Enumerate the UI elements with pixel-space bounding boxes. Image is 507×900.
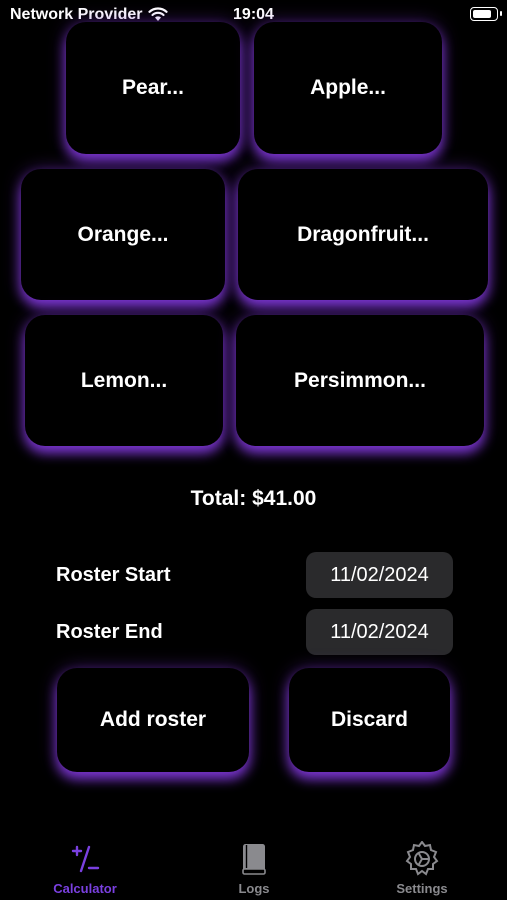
tab-bar: Calculator Logs Settings bbox=[0, 835, 507, 900]
fruit-label: Persimmon... bbox=[294, 368, 426, 392]
fruit-button-orange[interactable]: Orange... bbox=[21, 169, 225, 300]
fruit-button-dragonfruit[interactable]: Dragonfruit... bbox=[238, 169, 488, 300]
fruit-button-lemon[interactable]: Lemon... bbox=[25, 315, 223, 446]
total-amount: Total: $41.00 bbox=[190, 487, 317, 510]
fruit-label: Apple... bbox=[310, 76, 386, 99]
add-roster-label: Add roster bbox=[99, 708, 207, 731]
book-icon bbox=[242, 844, 266, 875]
tab-label: Settings bbox=[396, 881, 448, 896]
roster-start-date-picker[interactable]: 11/02/2024 bbox=[306, 552, 453, 598]
fruit-button-apple[interactable]: Apple... bbox=[254, 22, 442, 154]
discard-button[interactable]: Discard bbox=[289, 668, 450, 772]
roster-end-label: Roster End bbox=[56, 621, 163, 643]
discard-label: Discard bbox=[330, 708, 409, 731]
clock: 19:04 bbox=[233, 6, 274, 23]
fruit-button-persimmon[interactable]: Persimmon... bbox=[236, 315, 484, 446]
gear-icon bbox=[405, 841, 439, 876]
roster-start-label: Roster Start bbox=[56, 564, 171, 586]
fruit-label: Orange... bbox=[77, 222, 169, 246]
tab-label: Calculator bbox=[53, 881, 117, 896]
fruit-label: Pear... bbox=[122, 76, 184, 99]
tab-settings[interactable]: Settings bbox=[357, 835, 487, 900]
roster-end-date-picker[interactable]: 11/02/2024 bbox=[306, 609, 453, 655]
fruit-label: Lemon... bbox=[80, 368, 168, 392]
battery-level bbox=[473, 10, 491, 18]
battery-icon bbox=[470, 7, 502, 21]
add-roster-button[interactable]: Add roster bbox=[57, 668, 249, 772]
fruit-button-pear[interactable]: Pear... bbox=[66, 22, 240, 154]
fruit-label: Dragonfruit... bbox=[297, 222, 429, 246]
tab-logs[interactable]: Logs bbox=[189, 835, 319, 900]
plus-minus-icon bbox=[71, 845, 100, 873]
tab-label: Logs bbox=[238, 881, 270, 896]
tab-calculator[interactable]: Calculator bbox=[20, 835, 150, 900]
